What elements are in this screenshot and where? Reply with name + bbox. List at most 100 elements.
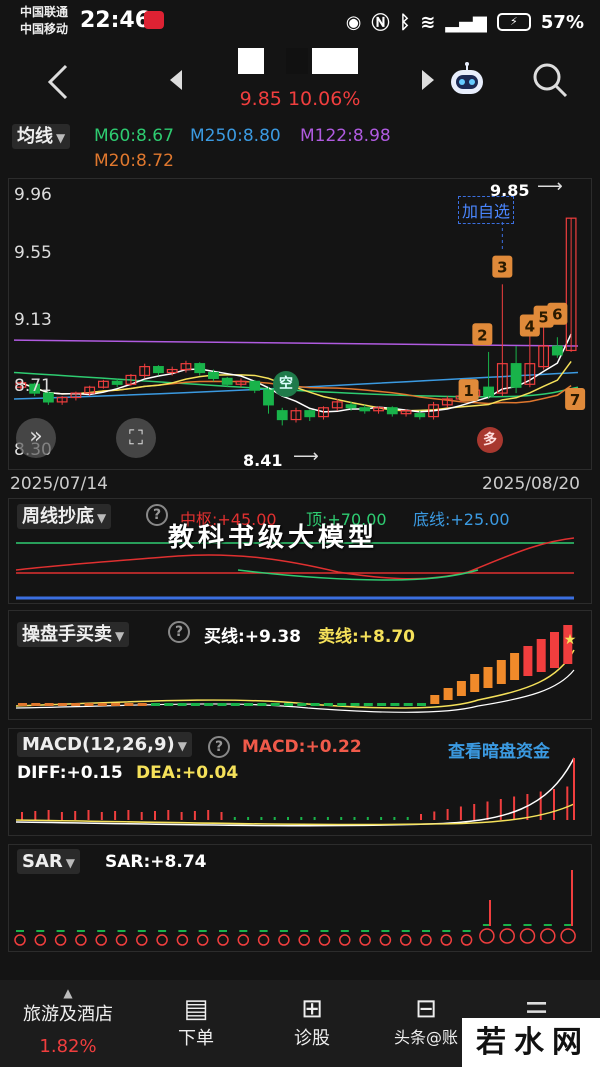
sar-point [339,934,351,946]
short-signal-tag: 空 [273,371,299,397]
plus-box-icon: ⊞ [301,994,323,1024]
trader-bar [536,639,546,672]
y-tick-label: 9.13 [14,310,52,330]
step-marker-label: 7 [570,391,580,409]
trader-bar [31,703,41,706]
nav-industry[interactable]: ▲ 旅游及酒店 1.82% [8,986,128,1057]
sar-chart [14,870,576,946]
sar-point [34,934,47,946]
toutiao-label: 头条 [393,1028,426,1047]
trader-bar [297,703,307,706]
candle [551,345,563,356]
trader-bar [323,703,333,706]
carrier-1: 中国联通 [20,5,69,19]
price-change: 9.85 10.06% [239,88,361,110]
ma20-value: M20:8.72 [94,151,174,171]
sar-point [217,934,229,946]
candle [276,410,288,421]
candle [304,410,316,418]
candle [510,363,522,388]
trader-bar [44,703,54,706]
sar-point [14,934,26,946]
sar-point [560,928,576,944]
ma-dropdown-label: 均线 [17,126,53,147]
ma122-line [13,339,579,347]
industry-label: 旅游及酒店 [23,1004,113,1025]
trader-bar [284,703,293,706]
ma-dropdown[interactable]: 均线 ▼ [12,122,71,149]
x-end-label: 2025/08/20 [482,474,580,494]
add-watchlist-button[interactable]: 加自选 [458,196,515,224]
wifi-icon: ≋ [420,11,436,33]
order-label: 下单 [178,1028,214,1049]
notification-icon [144,11,164,29]
candle [111,380,123,385]
robot-assistant-icon[interactable] [447,60,487,100]
step-marker: 3 [492,255,513,278]
step-marker: 7 [565,387,586,410]
caret-up-icon: ▲ [63,986,73,1000]
diff-line [15,757,575,827]
trader-bar [177,703,187,706]
x-start-label: 2025/07/14 [10,474,108,494]
trader-bar [71,703,81,706]
trader-bar [217,703,227,706]
nfc-icon: Ⓝ [371,13,390,34]
sar-point [196,934,209,946]
candle [221,377,233,385]
long-signal-tag: 多 [477,427,503,453]
next-stock-icon[interactable] [420,70,436,90]
trader-bar [390,703,400,706]
trader-bar [18,703,27,706]
fullscreen-icon[interactable]: ⛶ [116,418,156,458]
stock-name-redacted [312,48,358,74]
trader-bar [190,703,200,706]
footer-credit: @账 [426,1028,459,1047]
candle [153,366,164,374]
trader-bar [97,703,107,706]
sar-point [115,934,128,946]
prev-stock-icon[interactable] [168,70,184,90]
trader-bar [377,703,387,706]
dea-line [15,803,575,826]
sar-point [156,934,168,946]
status-bar: 中国联通 中国移动 22:46 ◉ Ⓝ ᛒ ≋ ▂▄▆ ⚡ 57% [0,0,600,44]
trader-bar [124,703,134,706]
sar-point [318,934,331,946]
step-marker-label: 4 [525,317,535,335]
step-marker: 1 [458,379,479,402]
sar-point [237,934,250,946]
signal-icon: ▂▄▆ [445,11,487,33]
trader-bar [257,703,267,706]
candle [208,371,219,379]
y-tick-label: 8.71 [14,376,52,396]
eye-icon: ◉ [345,11,362,33]
nav-diagnose[interactable]: ⊞ 诊股 [252,994,372,1050]
nav-order[interactable]: ▤ 下单 [136,994,256,1050]
step-marker: 6 [547,302,568,325]
expand-icon[interactable]: » [16,418,56,458]
trader-chart: ★ [15,625,577,713]
candle [345,404,357,409]
stock-name-redacted [238,48,264,74]
sar-point [479,928,495,944]
sar-point [75,934,87,946]
step-marker-label: 3 [497,259,507,277]
bluetooth-icon: ᛒ [399,11,411,33]
trader-bar [310,703,320,706]
battery-icon: ⚡ [496,13,531,31]
star-icon: ★ [564,632,577,648]
sar-point [540,928,556,944]
sar-point [176,934,189,946]
stock-name-redacted [286,48,308,74]
y-tick-label: 9.55 [14,243,52,263]
sar-point [359,934,371,946]
search-icon[interactable] [530,60,570,100]
trader-bar [443,688,453,700]
sar-point [440,934,453,946]
trader-bar [337,703,347,706]
trader-bar [164,703,174,706]
candle [483,386,494,397]
sar-point [499,928,515,944]
ma250-value: M250:8.80 [190,126,281,146]
